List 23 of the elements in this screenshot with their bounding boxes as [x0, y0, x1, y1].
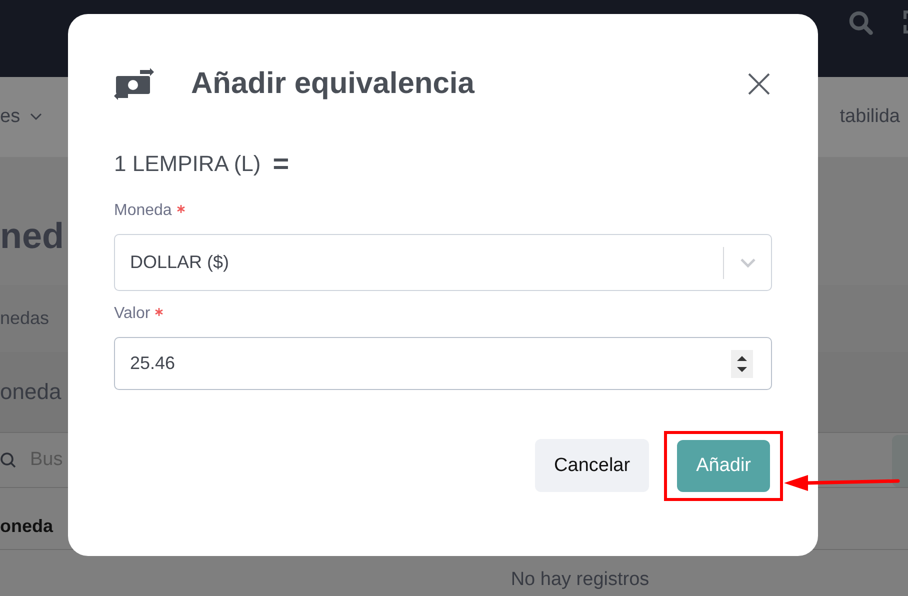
base-amount: 1 LEMPIRA (L)	[114, 151, 261, 177]
money-exchange-icon	[114, 68, 154, 100]
value-input[interactable]: 25.46	[114, 337, 772, 390]
dialog-title: Añadir equivalencia	[191, 67, 476, 101]
spinner-icon[interactable]	[731, 350, 753, 378]
column-header: oneda	[0, 516, 54, 537]
field-label: Moneda	[114, 202, 172, 220]
breadcrumb[interactable]: nedas	[0, 308, 50, 329]
chevron-down-icon	[740, 258, 756, 268]
field-label: Valor	[114, 305, 150, 323]
search-icon[interactable]	[848, 10, 874, 36]
cancel-button[interactable]: Cancelar	[535, 439, 650, 492]
search-icon	[0, 452, 16, 468]
nav-item[interactable]: tabilida	[840, 106, 900, 128]
section-title: oneda	[0, 379, 62, 405]
equals-sign: =	[272, 148, 290, 180]
add-button[interactable]: Añadir	[677, 440, 770, 492]
empty-message: No hay registros	[510, 569, 650, 591]
currency-select[interactable]: DOLLAR ($)	[114, 234, 772, 291]
close-icon[interactable]	[748, 73, 770, 95]
chevron-down-icon	[30, 113, 42, 121]
page-heading: ned	[0, 215, 64, 257]
nav-item[interactable]: es	[0, 106, 42, 128]
